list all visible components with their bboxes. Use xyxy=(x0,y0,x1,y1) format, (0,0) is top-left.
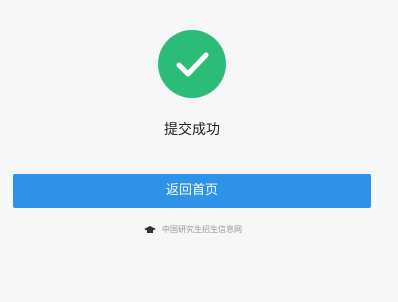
checkmark-icon xyxy=(176,52,209,77)
success-title: 提交成功 xyxy=(164,122,220,138)
footer: 中国研究生招生信息网 xyxy=(0,222,386,238)
return-home-button[interactable]: 返回首页 xyxy=(13,174,371,208)
footer-site-name[interactable]: 中国研究生招生信息网 xyxy=(162,222,242,238)
success-checkmark-icon xyxy=(158,30,226,98)
graduation-cap-icon xyxy=(144,226,156,233)
